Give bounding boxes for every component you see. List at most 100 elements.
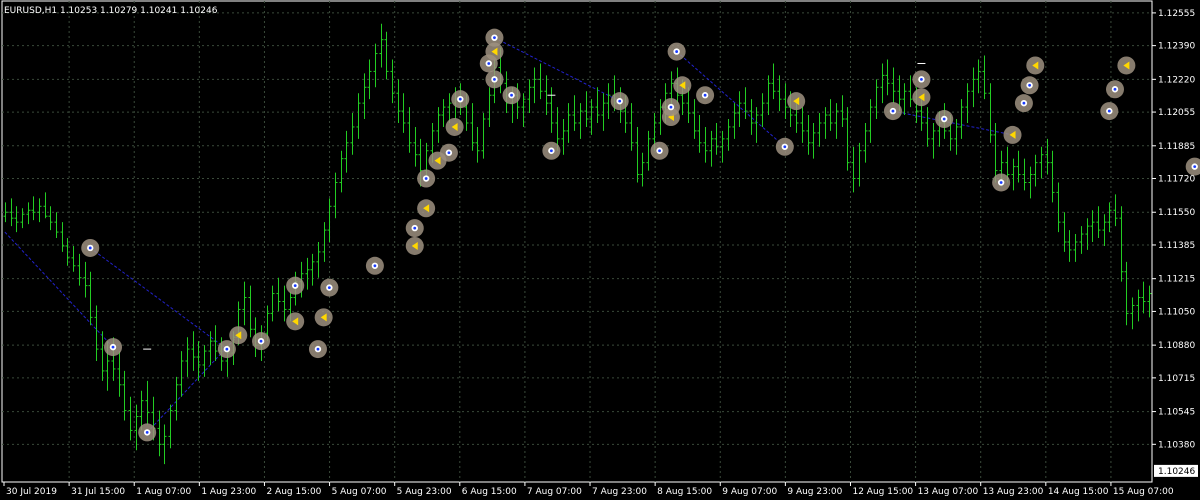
marker-dot [510,93,513,97]
y-tick-label: 1.11215 [1158,275,1195,285]
buy-marker [1014,94,1033,113]
marker-dot [675,50,679,53]
marker-dot [458,97,462,101]
sell-marker [417,199,436,218]
buy-marker [696,86,715,105]
x-tick-label: 1 Aug 23:00 [201,487,256,497]
buy-marker [405,219,424,238]
buy-marker [439,143,458,162]
y-tick-label: 1.11050 [1158,307,1195,317]
y-tick-label: 1.12055 [1158,108,1195,118]
price-axis: 1.12555 1.12390 1.12220 1.12055 1.11885 1.117… [1152,9,1198,477]
x-tick-label: 9 Aug 07:00 [722,487,777,497]
current-price-label: 1.10246 [1158,467,1195,477]
buy-marker [286,276,305,295]
marker-dot [88,246,92,250]
buy-marker [650,141,669,160]
marker-dot [891,109,895,113]
x-tick-label: 14 Aug 15:00 [1048,487,1109,497]
buy-marker [935,110,954,129]
x-tick-label: 30 Jul 2019 [6,487,57,497]
y-tick-label: 1.10880 [1158,341,1195,351]
marker-dot [493,36,496,40]
marker-dot [1022,101,1026,105]
marker-dot [493,77,496,81]
buy-marker [81,238,100,257]
marker-dot [225,347,229,351]
buy-marker [542,141,561,160]
y-tick-label: 1.11550 [1158,208,1195,218]
buy-marker [217,340,236,359]
buy-marker [252,332,271,351]
sell-marker [1117,56,1136,75]
marker-dot [447,151,451,155]
marker-dot [999,181,1003,184]
buy-marker [610,92,629,111]
y-tick-label: 1.10380 [1158,440,1195,450]
y-tick-label: 1.11720 [1158,175,1195,185]
y-tick-label: 1.12220 [1158,75,1195,85]
buy-marker [1105,80,1124,99]
buy-marker [992,173,1011,192]
marker-dot [293,284,297,288]
sell-marker [787,92,806,111]
sell-marker [286,312,305,331]
buy-marker [485,70,504,89]
buy-marker [883,102,902,121]
x-tick-label: 6 Aug 15:00 [462,487,517,497]
buy-marker [1100,102,1119,121]
y-tick-label: 1.11885 [1158,142,1195,152]
y-tick-label: 1.11385 [1158,241,1195,251]
chart-background [0,0,1200,500]
marker-dot [703,93,707,97]
y-tick-label: 1.10545 [1158,408,1195,418]
x-tick-label: 12 Aug 15:00 [852,487,913,497]
x-tick-label: 8 Aug 15:00 [657,487,712,497]
marker-dot [618,99,622,103]
x-tick-label: 5 Aug 23:00 [397,487,452,497]
marker-dot [487,62,491,65]
buy-marker [138,423,157,442]
marker-dot [413,226,417,230]
buy-marker [485,28,504,47]
x-tick-label: 2 Aug 15:00 [266,487,321,497]
marker-dot [920,77,923,81]
y-tick-label: 1.10715 [1158,374,1195,384]
sell-marker [1026,56,1045,75]
marker-dot [1028,83,1031,87]
marker-dot [549,149,553,153]
marker-dot [145,431,149,434]
sell-marker [445,117,464,136]
buy-marker [667,42,686,61]
buy-marker [104,338,123,357]
x-tick-label: 5 Aug 07:00 [332,487,387,497]
marker-dot [658,149,661,153]
sell-marker [1003,125,1022,144]
marker-dot [669,105,673,109]
marker-dot [316,347,320,351]
buy-marker [417,169,436,188]
x-tick-label: 15 Aug 07:00 [1113,487,1174,497]
marker-dot [1107,109,1111,113]
marker-dot [111,345,115,349]
marker-dot [373,264,377,268]
sell-marker [314,308,333,327]
marker-dot [1113,87,1117,91]
buy-marker [1020,76,1039,95]
sell-marker [405,236,424,255]
marker-dot [783,145,787,149]
y-tick-label: 1.12390 [1158,42,1195,52]
buy-marker [308,340,327,359]
marker-dot [942,117,946,121]
marker-dot [424,177,428,180]
x-tick-label: 13 Aug 07:00 [918,487,979,497]
chart-title: EURUSD,H1 1.10253 1.10279 1.10241 1.1024… [4,6,218,16]
x-tick-label: 1 Aug 07:00 [136,487,191,497]
y-tick-label: 1.12555 [1158,9,1195,19]
price-chart[interactable]: 1.12555 1.12390 1.12220 1.12055 1.11885 1.117… [0,0,1200,500]
buy-marker [775,137,794,156]
marker-dot [259,339,263,343]
buy-marker [365,256,384,275]
x-tick-label: 7 Aug 23:00 [592,487,647,497]
buy-marker [912,70,931,89]
